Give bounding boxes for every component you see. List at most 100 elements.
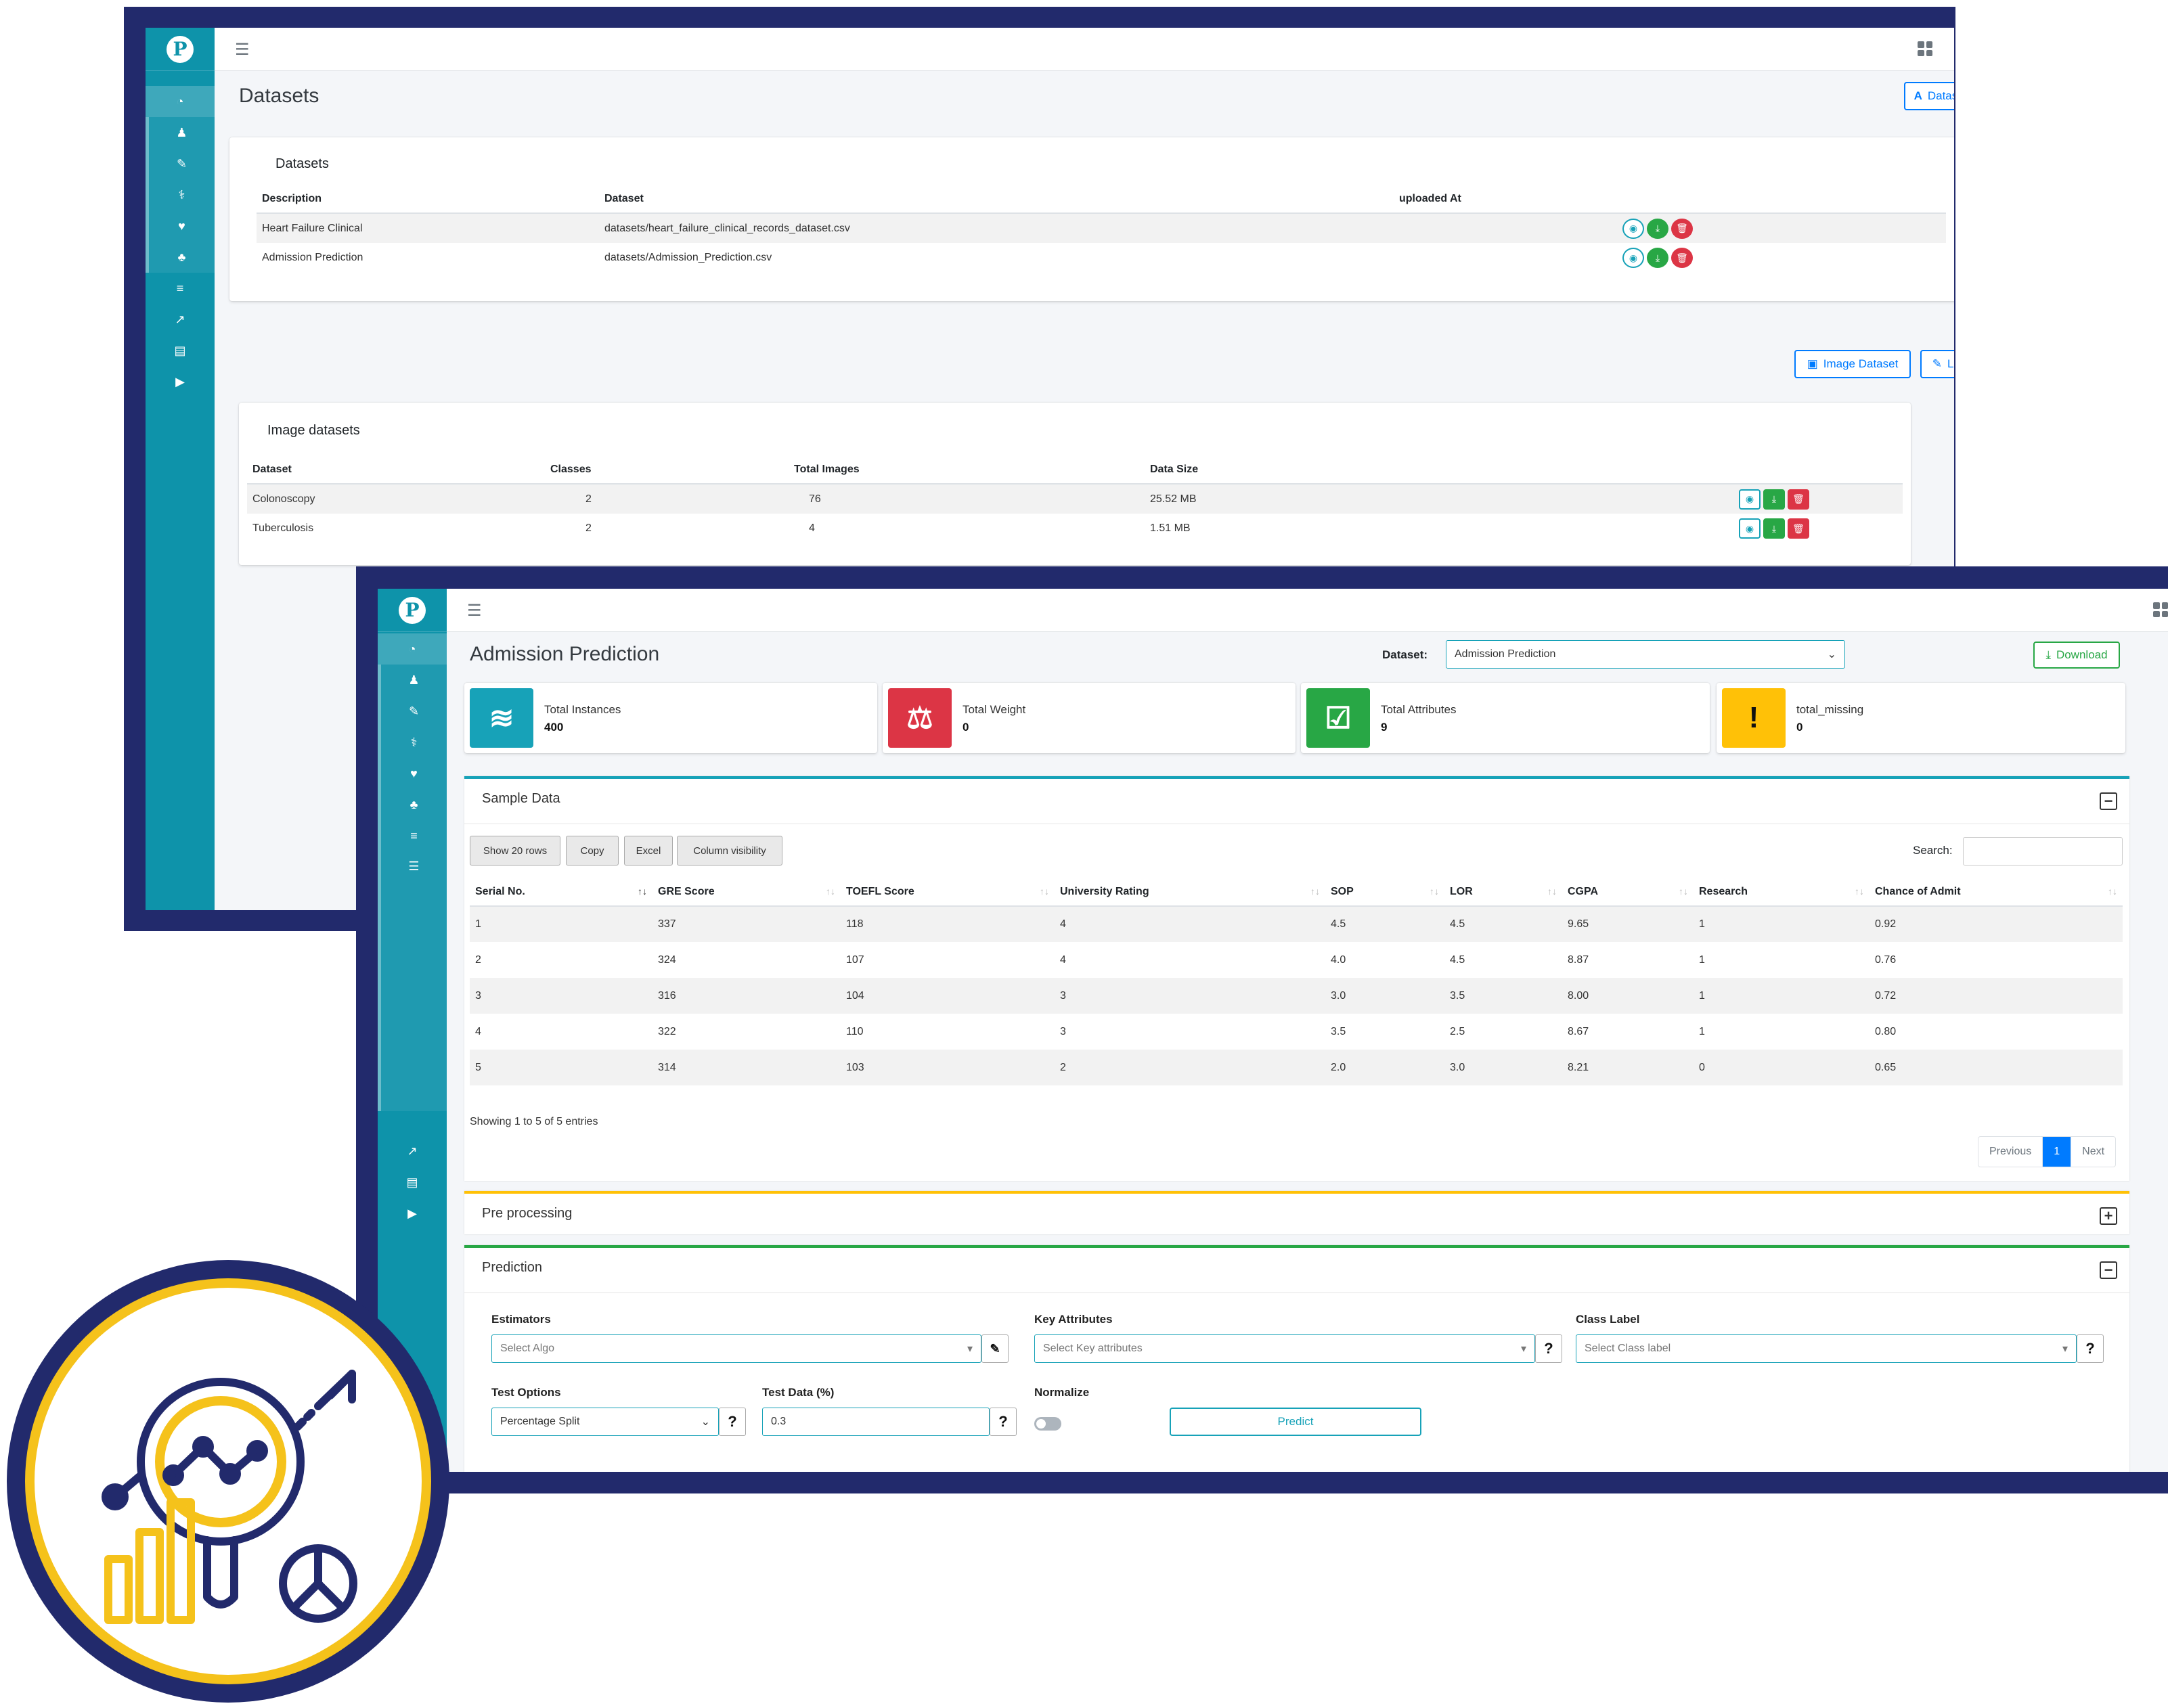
apps-grid-icon[interactable] — [2153, 602, 2168, 617]
view-icon[interactable]: ◉ — [1739, 518, 1761, 539]
database-icon: ≋ — [470, 688, 533, 748]
column-header[interactable]: Research ↑↓ — [1694, 878, 1870, 907]
normalize-toggle[interactable] — [1034, 1417, 1061, 1431]
info-box-total-missing: ! total_missing 0 — [1717, 683, 2125, 753]
expand-plus-icon[interactable]: + — [2100, 1207, 2117, 1225]
add-dataset-button[interactable]: ADataset — [1904, 82, 1954, 110]
download-icon[interactable]: ⤓ — [1763, 489, 1785, 510]
download-icon[interactable]: ⤓ — [1647, 248, 1668, 268]
database-icon[interactable]: ≡ — [146, 273, 215, 304]
excel-button[interactable]: Excel — [624, 836, 673, 866]
class-label-select[interactable]: Select Class label ▾ — [1576, 1334, 2077, 1363]
lungs-icon[interactable]: ♣ — [146, 242, 215, 273]
cell-total-images: 4 — [809, 522, 815, 534]
column-header[interactable]: University Rating ↑↓ — [1055, 878, 1325, 907]
prediction-window: P ◔ ♟ ✎ ⚕ ♥ ♣ ≡ ☰ ↗ ▤ ▶ ☰ Admission Pred… — [378, 589, 2168, 1472]
copy-button[interactable]: Copy — [566, 836, 619, 866]
column-header[interactable]: LOR ↑↓ — [1444, 878, 1562, 907]
view-icon[interactable]: ◉ — [1622, 218, 1644, 239]
column-header[interactable]: TOEFL Score ↑↓ — [841, 878, 1055, 907]
table-cell: 0.76 — [1875, 953, 1897, 966]
next-page-button[interactable]: Next — [2071, 1137, 2115, 1167]
trash-icon[interactable]: 🗑 — [1671, 218, 1693, 239]
image-dataset-button[interactable]: ▣ Image Dataset — [1794, 350, 1911, 378]
test-options-select[interactable]: Percentage Split ⌄ — [491, 1408, 719, 1436]
download-icon[interactable]: ⤓ — [1647, 218, 1668, 239]
lungs-icon[interactable]: ♣ — [378, 789, 447, 820]
microscope-icon[interactable]: ⚕ — [146, 179, 215, 210]
column-header[interactable]: Chance of Admit ↑↓ — [1870, 878, 2123, 907]
view-icon[interactable]: ◉ — [1622, 248, 1644, 268]
page-1-button[interactable]: 1 — [2043, 1137, 2072, 1167]
sidebar: P ◔ ♟ ✎ ⚕ ♥ ♣ ≡ ↗ ▤ ▶ — [146, 28, 215, 910]
menu-toggle-icon[interactable]: ☰ — [467, 601, 482, 621]
column-header — [1617, 185, 1946, 214]
apps-grid-icon[interactable] — [1918, 41, 1932, 56]
dashboard-icon[interactable]: ◔ — [146, 86, 215, 117]
key-attributes-select[interactable]: Select Key attributes ▾ — [1034, 1334, 1535, 1363]
database-icon[interactable]: ≡ — [378, 820, 447, 851]
class-label-help-button[interactable]: ? — [2077, 1334, 2104, 1363]
column-header[interactable]: GRE Score ↑↓ — [652, 878, 841, 907]
sidebar-brand[interactable]: P — [146, 28, 215, 71]
user-md-icon[interactable]: ♟ — [146, 117, 215, 148]
test-data-input[interactable]: 0.3 — [762, 1408, 990, 1436]
table-cell: 3.5 — [1444, 978, 1562, 1014]
previous-page-button[interactable]: Previous — [1978, 1137, 2043, 1167]
syringe-icon[interactable]: ✎ — [378, 696, 447, 727]
search-input[interactable] — [1963, 837, 2123, 866]
column-visibility-button[interactable]: Column visibility — [677, 836, 782, 866]
menu-toggle-icon[interactable]: ☰ — [235, 40, 250, 60]
app-logo[interactable]: P — [399, 597, 426, 624]
trash-icon[interactable]: 🗑 — [1788, 489, 1809, 510]
collapse-minus-icon[interactable]: − — [2100, 792, 2117, 810]
heartbeat-icon[interactable]: ♥ — [378, 758, 447, 789]
heartbeat-icon[interactable]: ♥ — [146, 210, 215, 242]
letter-a-icon: A — [1913, 89, 1922, 102]
syringe-icon[interactable]: ✎ — [146, 148, 215, 179]
estimators-select[interactable]: Select Algo ▾ — [491, 1334, 981, 1363]
app-logo[interactable]: P — [167, 36, 194, 63]
show-rows-button[interactable]: Show 20 rows — [470, 836, 560, 866]
log-button[interactable]: ✎Log — [1920, 350, 1954, 378]
table-cell: 4 — [475, 1025, 481, 1037]
cell-data-size: 25.52 MB — [1145, 484, 1733, 514]
trash-icon[interactable]: 🗑 — [1671, 248, 1693, 268]
table-cell: 3.5 — [1331, 1025, 1346, 1037]
column-header[interactable]: CGPA ↑↓ — [1562, 878, 1694, 907]
top-navbar: ☰ — [447, 589, 2168, 632]
edit-icon[interactable]: ✎ — [981, 1334, 1009, 1363]
table-cell: 4.5 — [1325, 906, 1444, 942]
download-icon[interactable]: ⤓ — [1763, 518, 1785, 539]
chart-line-icon[interactable]: ↗ — [146, 304, 215, 335]
column-header[interactable]: SOP ↑↓ — [1325, 878, 1444, 907]
test-options-help-button[interactable]: ? — [719, 1408, 746, 1436]
predict-button[interactable]: Predict — [1170, 1408, 1421, 1436]
table-cell: 3.0 — [1444, 1050, 1562, 1085]
table-cell: 3.0 — [1325, 978, 1444, 1014]
prediction-window-frame: P ◔ ♟ ✎ ⚕ ♥ ♣ ≡ ☰ ↗ ▤ ▶ ☰ Admission Pred… — [356, 566, 2168, 1493]
column-header[interactable]: Serial No. ↑↓ — [470, 878, 652, 907]
trash-icon[interactable]: 🗑 — [1788, 518, 1809, 539]
user-md-icon[interactable]: ♟ — [378, 665, 447, 696]
book-icon[interactable]: ▤ — [146, 335, 215, 366]
table-cell: 1 — [1699, 953, 1705, 966]
view-icon[interactable]: ◉ — [1739, 489, 1761, 510]
collapse-minus-icon[interactable]: − — [2100, 1261, 2117, 1279]
microscope-icon[interactable]: ⚕ — [378, 727, 447, 758]
key-attributes-help-button[interactable]: ? — [1535, 1334, 1562, 1363]
test-data-help-button[interactable]: ? — [990, 1408, 1017, 1436]
table-cell: 3 — [1055, 978, 1325, 1014]
table-cell: 8.87 — [1568, 953, 1589, 966]
video-icon[interactable]: ▶ — [146, 366, 215, 397]
download-button[interactable]: ⤓ Download — [2033, 642, 2120, 669]
dataset-select[interactable]: Admission Prediction ⌄ — [1446, 640, 1845, 669]
search-label: Search: — [1913, 844, 1953, 857]
sidebar-brand[interactable]: P — [378, 589, 447, 632]
book-icon[interactable]: ▤ — [378, 1167, 447, 1198]
list-icon[interactable]: ☰ — [378, 851, 447, 1111]
video-icon[interactable]: ▶ — [378, 1198, 447, 1229]
dashboard-icon[interactable]: ◔ — [378, 633, 447, 665]
column-header: uploaded At — [1394, 185, 1617, 214]
chart-line-icon[interactable]: ↗ — [378, 1136, 447, 1167]
